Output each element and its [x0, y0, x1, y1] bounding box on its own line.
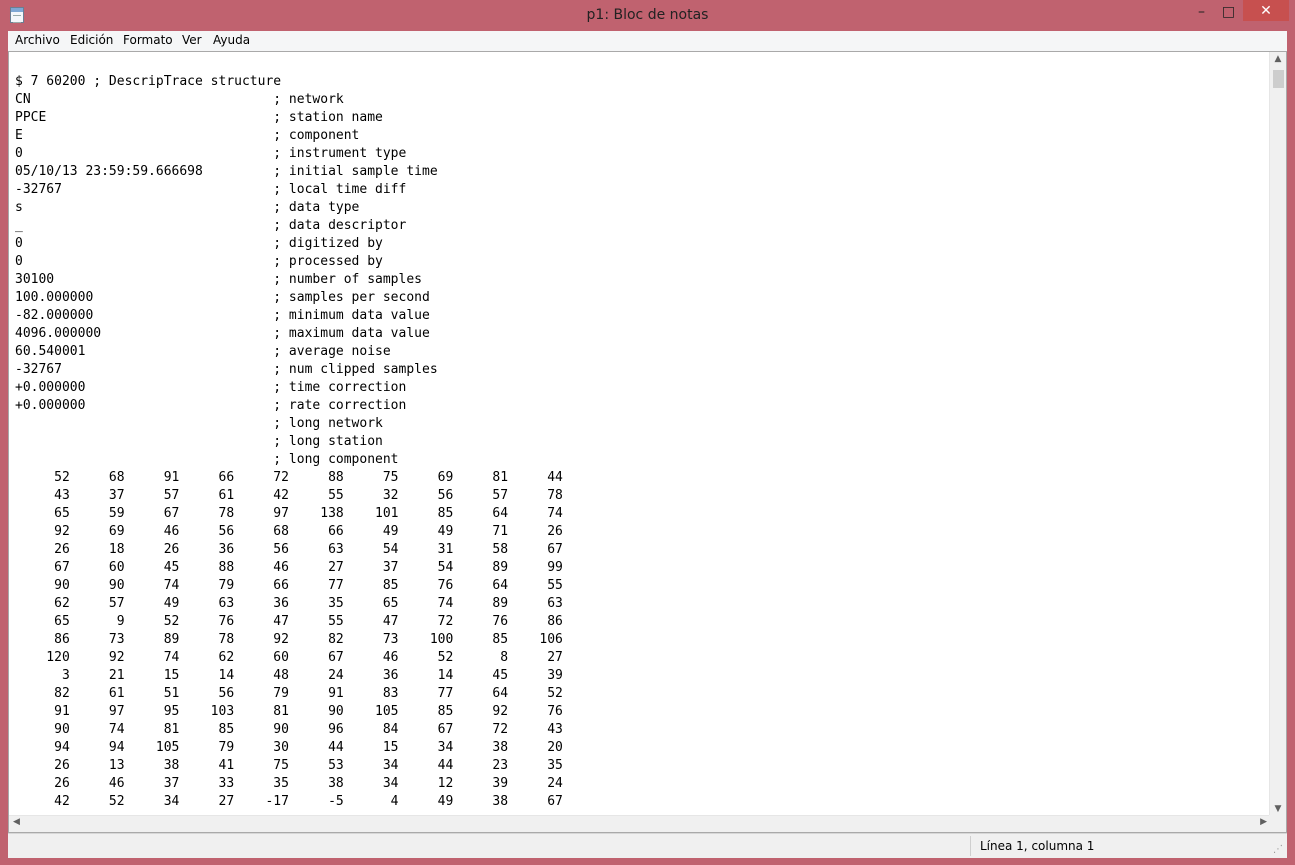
minimize-button[interactable]: – — [1188, 0, 1215, 21]
scroll-down-icon[interactable]: ▼ — [1270, 804, 1286, 814]
horizontal-scrollbar[interactable]: ◀ ▶ — [9, 815, 1271, 832]
title-bar: p1: Bloc de notas – □ ✕ — [0, 0, 1295, 31]
cursor-position: Línea 1, columna 1 — [980, 839, 1095, 853]
menu-formato[interactable]: Formato — [123, 33, 173, 47]
status-bar: Línea 1, columna 1 ⋰ — [8, 833, 1287, 858]
document-text[interactable]: $ 7 60200 ; DescripTrace structure CN ; … — [15, 73, 563, 811]
vertical-scroll-thumb[interactable] — [1273, 70, 1284, 88]
scroll-left-icon[interactable]: ◀ — [13, 817, 20, 827]
scrollbar-corner — [1269, 815, 1286, 832]
vertical-scrollbar[interactable]: ▲ ▼ — [1269, 52, 1286, 816]
resize-grip-icon[interactable]: ⋰ — [1273, 844, 1283, 855]
text-editor-area[interactable]: $ 7 60200 ; DescripTrace structure CN ; … — [8, 51, 1287, 833]
scroll-up-icon[interactable]: ▲ — [1270, 54, 1286, 64]
status-divider — [970, 836, 971, 856]
menu-ver[interactable]: Ver — [182, 33, 202, 47]
maximize-button[interactable]: □ — [1215, 0, 1242, 21]
window-title: p1: Bloc de notas — [586, 7, 709, 23]
menu-edicion[interactable]: Edición — [70, 33, 113, 47]
menu-bar: Archivo Edición Formato Ver Ayuda — [8, 31, 1287, 52]
menu-archivo[interactable]: Archivo — [15, 33, 60, 47]
menu-ayuda[interactable]: Ayuda — [213, 33, 250, 47]
scroll-right-icon[interactable]: ▶ — [1260, 817, 1267, 827]
close-button[interactable]: ✕ — [1243, 0, 1289, 21]
